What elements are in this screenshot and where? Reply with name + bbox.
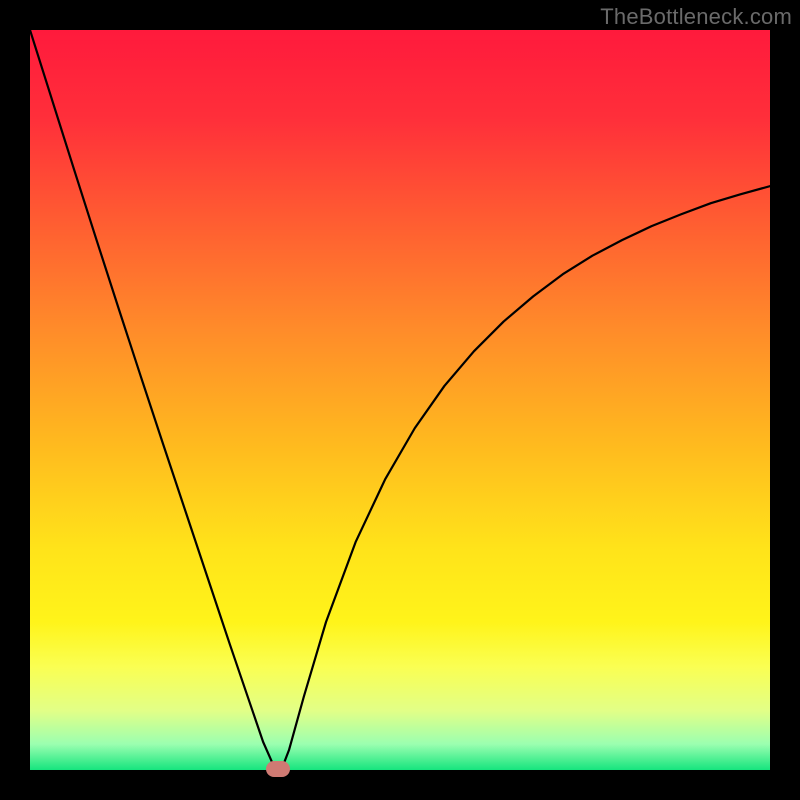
optimal-point-marker <box>266 761 290 777</box>
gradient-background <box>30 30 770 770</box>
watermark-text: TheBottleneck.com <box>600 4 792 30</box>
bottleneck-chart <box>30 30 770 770</box>
